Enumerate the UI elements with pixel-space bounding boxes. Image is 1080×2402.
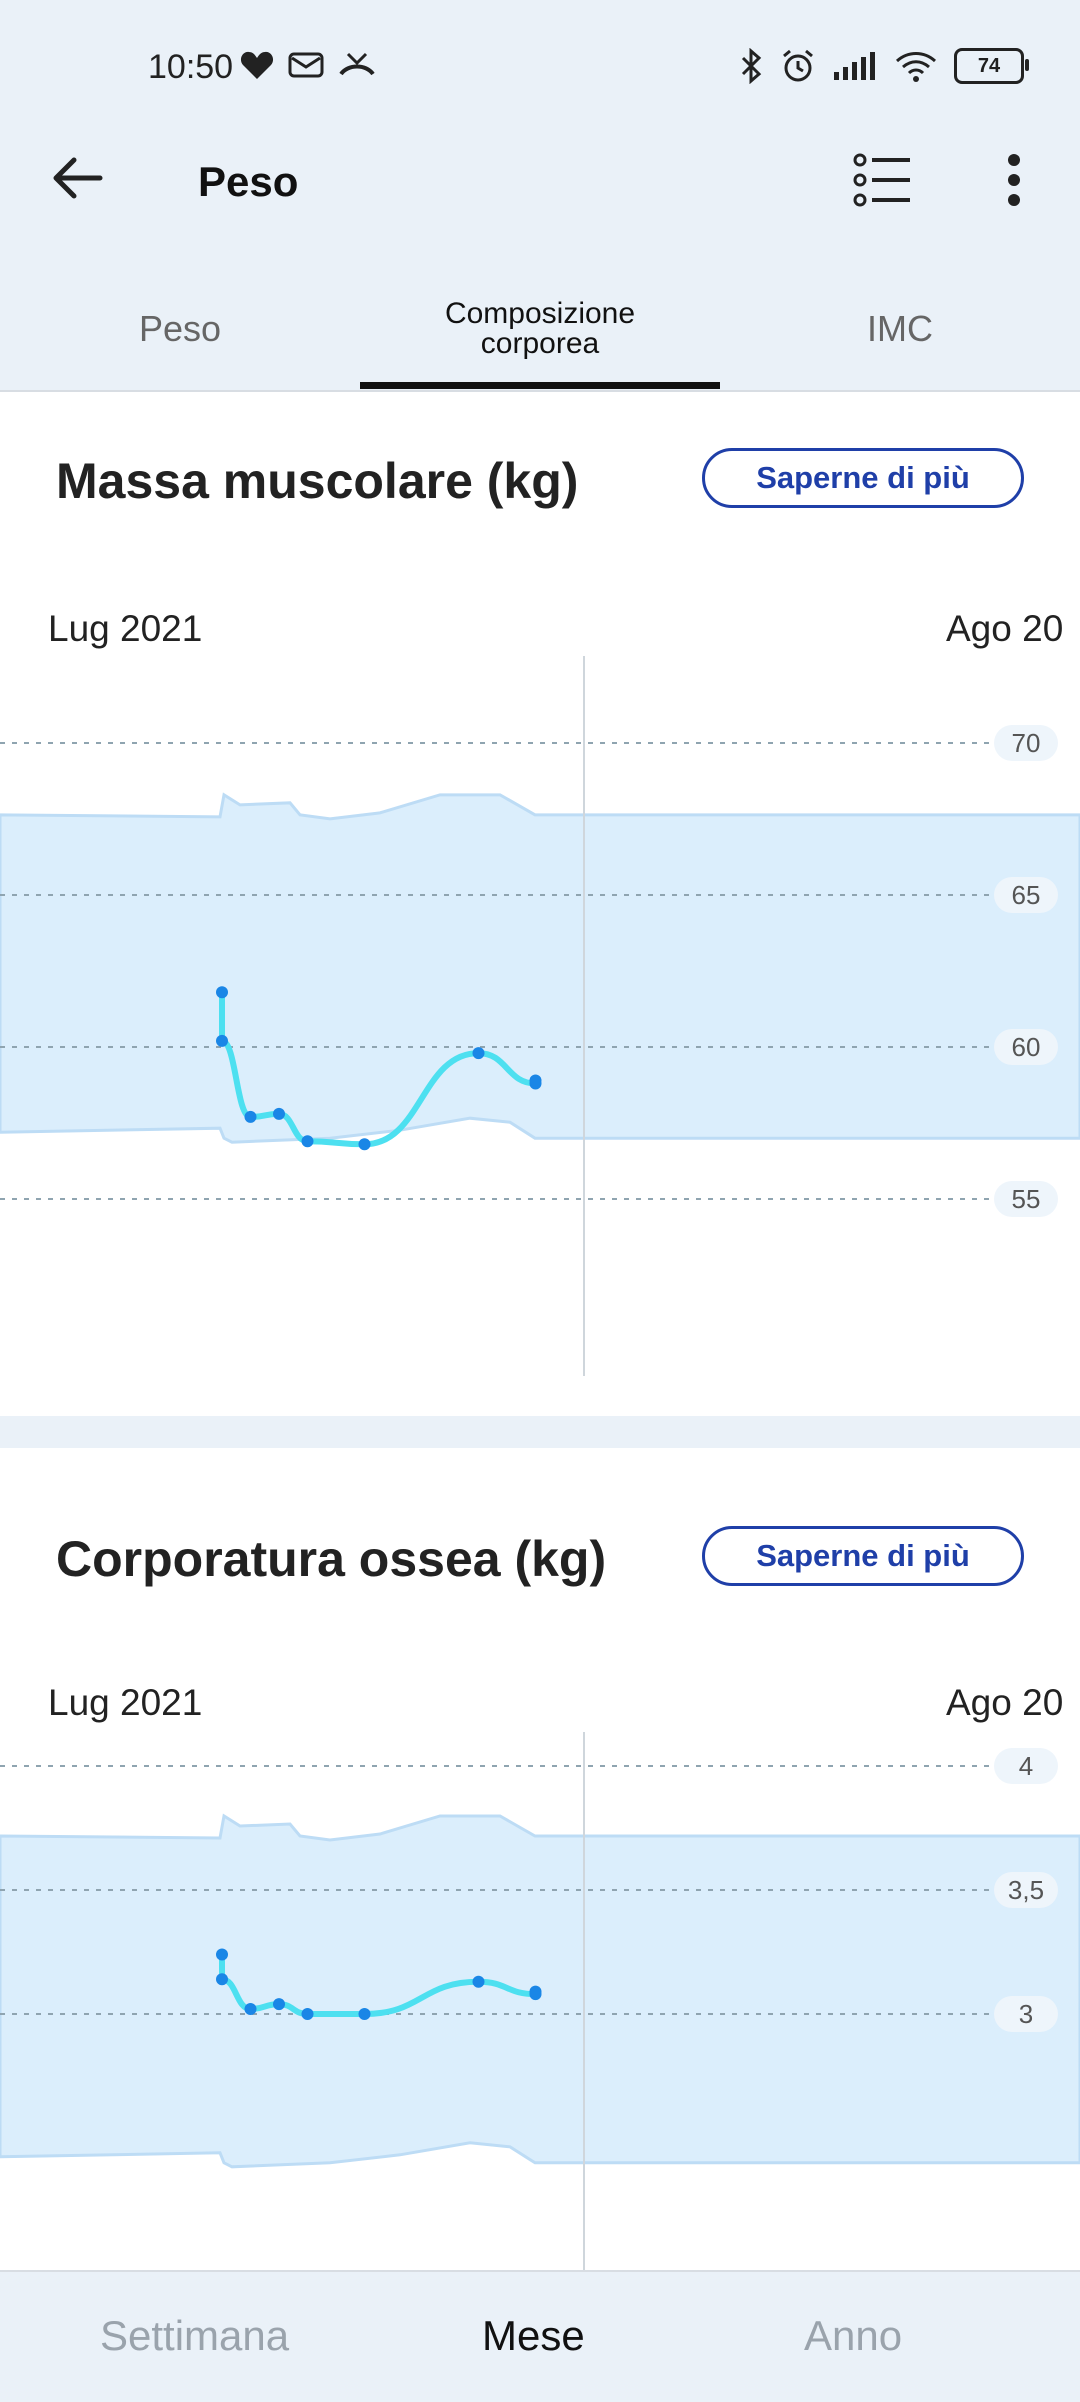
- data-point[interactable]: [358, 1138, 371, 1151]
- data-point[interactable]: [472, 1047, 485, 1060]
- mail-icon: [288, 52, 324, 78]
- data-point[interactable]: [273, 1998, 285, 2011]
- period-tab-settimana[interactable]: Settimana: [100, 2312, 289, 2360]
- data-point[interactable]: [273, 1107, 285, 1120]
- battery-level: 74: [977, 54, 1001, 77]
- data-point[interactable]: [216, 1948, 228, 1961]
- signal-icon: [834, 52, 875, 80]
- bone-mass-chart: 43,53: [0, 1732, 1080, 2270]
- data-point[interactable]: [529, 1985, 542, 1998]
- tab-indicator: [360, 382, 720, 389]
- data-point[interactable]: [244, 2003, 257, 2016]
- app-bar: [0, 140, 1080, 260]
- month-label-left: Lug 2021: [48, 608, 203, 649]
- y-tick-label: 60: [1012, 1032, 1041, 1062]
- y-tick-label: 70: [1012, 728, 1041, 758]
- card-title: Massa muscolare (kg): [56, 453, 579, 509]
- period-nav: Settimana Mese Anno: [0, 2270, 1080, 2402]
- page-title: Peso: [198, 158, 299, 205]
- tab-imc[interactable]: IMC: [720, 270, 1080, 388]
- system-icons: 74: [740, 48, 1029, 84]
- month-label-right: Ago 20: [946, 1682, 1064, 1723]
- bluetooth-icon: [741, 48, 762, 84]
- data-point[interactable]: [529, 1074, 542, 1087]
- notification-icons: [240, 50, 376, 80]
- tab-peso[interactable]: Peso: [0, 270, 360, 388]
- y-tick-label: 55: [1012, 1184, 1041, 1214]
- bone-mass-card: Corporatura ossea (kg) Saperne di più Lu…: [0, 1448, 1080, 2270]
- period-tab-mese[interactable]: Mese: [482, 2312, 585, 2360]
- tab-composizione-corporea[interactable]: Composizione corporea: [360, 270, 720, 388]
- y-tick-label: 3,5: [1008, 1875, 1044, 1905]
- status-bar: 10:50 74: [0, 0, 1080, 140]
- period-tab-anno[interactable]: Anno: [804, 2312, 902, 2360]
- data-point[interactable]: [472, 1975, 485, 1988]
- learn-more-button[interactable]: Saperne di più: [702, 448, 1024, 508]
- card-title: Corporatura ossea (kg): [56, 1531, 607, 1587]
- missed-call-icon: [339, 52, 375, 76]
- y-tick-label: 3: [1019, 1999, 1033, 2029]
- status-time: 10:50: [148, 48, 234, 86]
- data-point[interactable]: [358, 2008, 371, 2020]
- y-tick-label: 65: [1012, 880, 1041, 910]
- alarm-icon: [783, 49, 813, 82]
- month-label-left: Lug 2021: [48, 1682, 203, 1723]
- back-arrow-icon[interactable]: [50, 150, 106, 206]
- tab-bar: Peso Composizione corporea IMC: [0, 270, 1080, 390]
- wifi-icon: [895, 52, 937, 82]
- heart-icon: [240, 51, 274, 79]
- data-point[interactable]: [216, 1973, 228, 1986]
- muscle-mass-chart: 70 65 60 55: [0, 656, 1080, 1376]
- data-point[interactable]: [301, 2008, 314, 2020]
- muscle-mass-card: Massa muscolare (kg) Saperne di più Lug …: [0, 392, 1080, 1416]
- learn-more-button[interactable]: Saperne di più: [702, 1526, 1024, 1586]
- month-label-right: Ago 20: [946, 608, 1064, 649]
- y-tick-label: 4: [1019, 1751, 1033, 1781]
- battery-icon: 74: [954, 48, 1029, 84]
- normal-range-band: [0, 792, 1080, 1144]
- data-point[interactable]: [216, 986, 228, 999]
- list-icon[interactable]: [852, 150, 912, 210]
- data-point[interactable]: [301, 1135, 314, 1148]
- data-point[interactable]: [244, 1110, 257, 1123]
- more-options-icon[interactable]: [1000, 150, 1028, 210]
- data-point[interactable]: [216, 1034, 228, 1047]
